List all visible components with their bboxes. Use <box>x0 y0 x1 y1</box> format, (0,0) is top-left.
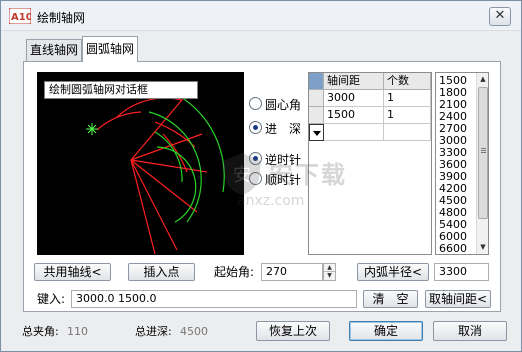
total-angle-value: 110 <box>67 325 88 338</box>
grid-header-spacing: 轴间距 <box>324 73 384 90</box>
preview-caption: 绘制圆弧轴网对话框 <box>44 81 198 99</box>
start-angle-label: 起始角: <box>214 265 255 279</box>
radial-axis-line <box>130 159 198 213</box>
scroll-up-icon[interactable]: ▲ <box>477 73 488 86</box>
grid-row-header[interactable] <box>309 90 324 107</box>
cancel-button[interactable]: 取消 <box>433 321 507 341</box>
grid-corner[interactable] <box>309 73 324 90</box>
radial-axis-line <box>130 159 208 173</box>
center-marker-icon <box>86 123 98 135</box>
app-icon: A10 <box>9 8 31 24</box>
grid-cell-count[interactable]: 1 <box>384 107 431 124</box>
total-angle-label: 总夹角: <box>22 325 59 338</box>
title-bar[interactable]: A10 绘制轴网 ✕ <box>1 1 521 31</box>
dialog-window: A10 绘制轴网 ✕ 直线轴网 圆弧轴网 绘制圆弧轴网对话框 圆心角 进 深 逆… <box>0 0 522 352</box>
radial-axis-line <box>130 159 178 251</box>
restore-last-button[interactable]: 恢复上次 <box>256 321 330 341</box>
radio-clockwise-label: 顺时针 <box>265 173 302 187</box>
grid-header-count: 个数 <box>384 73 431 90</box>
start-angle-spinner[interactable]: ▲ ▼ <box>323 263 336 281</box>
radio-central-angle-label: 圆心角 <box>265 98 302 112</box>
scroll-thumb[interactable] <box>478 87 488 219</box>
grid-row-header[interactable] <box>309 107 324 124</box>
tab-arc-axis[interactable]: 圆弧轴网 <box>82 36 138 62</box>
grid-cell-count-new[interactable] <box>384 124 431 141</box>
spacing-grid[interactable]: 轴间距 个数 3000 1 1500 1 <box>308 72 432 255</box>
spacing-value-list[interactable]: 1500 1800 2100 2400 2700 3000 3300 3600 … <box>435 72 489 255</box>
clear-button[interactable]: 清 空 <box>363 290 418 308</box>
axis-preview-canvas: 绘制圆弧轴网对话框 <box>37 72 244 255</box>
tab-line-axis[interactable]: 直线轴网 <box>26 39 82 61</box>
inner-radius-input[interactable]: 3300 <box>434 263 489 281</box>
radio-central-angle[interactable] <box>249 97 262 110</box>
radio-counterclockwise[interactable] <box>249 152 262 165</box>
radio-clockwise[interactable] <box>249 172 262 185</box>
radio-depth[interactable] <box>249 121 262 134</box>
app-icon-text: A10 <box>11 12 31 23</box>
scroll-down-icon[interactable]: ▼ <box>477 241 488 254</box>
input-label: 键入: <box>37 292 66 306</box>
close-button[interactable]: ✕ <box>489 7 511 26</box>
list-scrollbar[interactable]: ▲ ▼ <box>476 73 488 254</box>
close-icon: ✕ <box>494 8 506 23</box>
radial-axis-line <box>130 159 156 255</box>
radio-counterclockwise-label: 逆时针 <box>265 153 302 167</box>
grid-cell-spacing[interactable]: 3000 <box>324 90 384 107</box>
window-title: 绘制轴网 <box>37 11 86 25</box>
arc-axis-drawing <box>86 81 225 255</box>
inner-radius-button[interactable]: 内弧半径< <box>357 263 429 281</box>
new-row-dropdown-icon[interactable] <box>309 124 324 141</box>
grid-cell-spacing-new[interactable] <box>324 124 384 141</box>
pick-spacing-button[interactable]: 取轴间距< <box>425 290 491 308</box>
total-depth-value: 4500 <box>180 325 208 338</box>
radio-depth-label: 进 深 <box>265 122 302 136</box>
spacing-input-field[interactable]: 3000.0 1500.0 <box>71 290 357 308</box>
shared-axis-button[interactable]: 共用轴线< <box>34 263 111 281</box>
ok-button[interactable]: 确定 <box>349 321 423 341</box>
start-angle-input[interactable]: 270 <box>261 263 323 281</box>
list-item[interactable]: 6600 <box>439 243 467 255</box>
grid-cell-spacing[interactable]: 1500 <box>324 107 384 124</box>
grid-cell-count[interactable]: 1 <box>384 90 431 107</box>
total-depth-label: 总进深: <box>135 325 172 338</box>
insert-point-button[interactable]: 插入点 <box>128 263 195 281</box>
spin-down-icon[interactable]: ▼ <box>324 272 335 280</box>
spin-up-icon[interactable]: ▲ <box>324 264 335 272</box>
